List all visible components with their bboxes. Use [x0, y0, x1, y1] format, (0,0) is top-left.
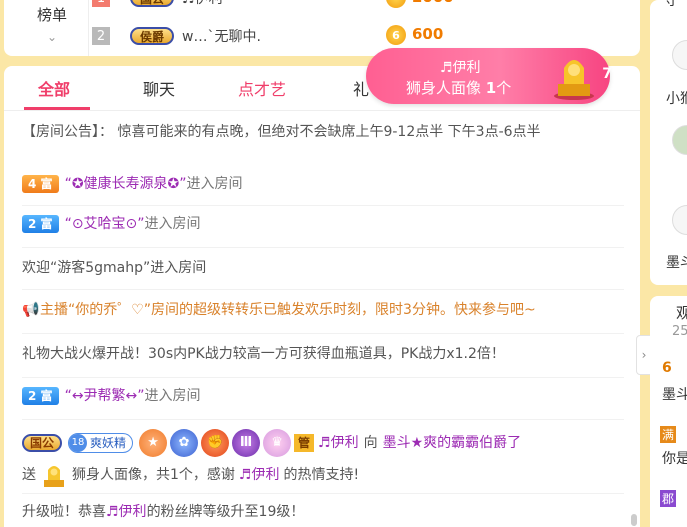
rank-number: 2 — [92, 27, 110, 45]
audience-title: 观 — [676, 304, 687, 322]
active-tab-indicator — [24, 107, 90, 110]
gift-text: 狮身人面像，共1个，感谢 — [72, 467, 235, 483]
coin-icon: 6 — [386, 25, 406, 45]
megaphone-icon: 📢 — [22, 302, 40, 318]
fist-medal-icon: ✊ — [201, 429, 230, 457]
chat-message: 升级啦！恭喜♬伊利的粉丝牌等级升至19级！ — [22, 504, 305, 520]
chat-message: 2 富 “↔尹帮繁↔”进入房间 — [22, 386, 624, 420]
user-badge: 郡 — [660, 490, 677, 507]
rank-user-name[interactable]: ♬伊利 — [182, 0, 223, 8]
chevron-down-icon[interactable]: ⌄ — [32, 28, 72, 46]
wealth-level-badge: 4 富 — [22, 175, 59, 193]
enter-room-text: 进入房间 — [144, 388, 201, 404]
chat-message: 礼物大战火爆开战！30s内PK战力较高一方可获得血瓶道具，PK战力x1.2倍！ — [22, 344, 624, 378]
tab-talent[interactable]: 点才艺 — [238, 76, 286, 100]
avatar[interactable] — [672, 40, 687, 70]
user-name-link[interactable]: ♬伊利 — [106, 504, 147, 520]
ranking-row[interactable]: 1 国公 ♬伊利 — [92, 0, 223, 10]
wealth-level-badge: 2 富 — [22, 215, 59, 233]
live-room-page: 榜单 ⌄ 1 国公 ♬伊利 2000 2 侯爵 w…`无聊中. 6 600 全部… — [0, 0, 687, 527]
sphinx-gift-icon — [42, 462, 66, 488]
gift-combo-count: 7 — [602, 66, 612, 82]
host-prefix: 主播 — [40, 302, 68, 318]
user-name-link[interactable]: “↔尹帮繁↔” — [65, 388, 145, 404]
audience-user-name[interactable]: 你是 — [662, 448, 687, 468]
chat-message: 欢迎“游客5gmahp”进入房间 — [22, 258, 624, 290]
noble-badge: 国公 — [130, 0, 175, 7]
roman-medal-icon: Ⅲ — [232, 429, 261, 457]
tab-all[interactable]: 全部 — [38, 76, 70, 100]
chat-message: 📢主播“你的乔゜♡”房间的超级转转乐已触发欢乐时刻，限时3分钟。快来参与吧~ — [22, 300, 624, 334]
room-announcement: 【房间公告】： 惊喜可能来的有点晚，但绝对不会缺席上午9-12点半 下午3点-6… — [22, 124, 541, 140]
enter-room-text: 进入房间 — [144, 216, 201, 232]
level-badge: 6 — [662, 360, 672, 376]
noble-badge: 国公 — [22, 434, 63, 452]
ranking-label-text: 榜单 — [36, 6, 67, 24]
rank-score: 600 — [412, 25, 444, 43]
receiver-name-link[interactable]: 墨斗★爽的霸霸伯爵了 — [383, 433, 522, 453]
star-medal-icon: ★ — [139, 429, 168, 457]
chat-scrollbar[interactable] — [631, 514, 637, 526]
user-badge: 满 — [660, 426, 677, 443]
wealth-level-badge: 2 富 — [22, 387, 59, 405]
audience-count: 25 — [672, 324, 687, 339]
tab-chat[interactable]: 聊天 — [143, 76, 175, 100]
thanks-text: 的热情支持! — [283, 467, 360, 483]
user-name-link[interactable]: “⊙艾哈宝⊙” — [65, 216, 145, 232]
sender-name-link[interactable]: ♬伊利 — [318, 433, 359, 453]
gift-message: 国公 18爽妖精 ★ ✿ ✊ Ⅲ ♛ 管 ♬伊利 向 墨斗★爽的霸霸伯爵了 送 — [22, 426, 624, 494]
rank-user-name[interactable]: w…`无聊中. — [182, 26, 261, 46]
chat-panel: 全部 聊天 点才艺 礼 【房间公告】： 惊喜可能来的有点晚，但绝对不会缺席上午9… — [4, 66, 640, 527]
audience-user-name[interactable]: 墨斗 — [662, 384, 687, 404]
send-text: 送 — [22, 467, 36, 483]
guard-sidebar: 守 小猴 墨斗 — [650, 0, 687, 285]
gift-sender: ♬伊利 — [440, 60, 481, 76]
guard-user-name[interactable]: 小猴 — [666, 88, 687, 108]
to-text: 向 — [363, 435, 378, 451]
enter-room-text: 进入房间 — [186, 176, 243, 192]
thanks-user-link[interactable]: ♬伊利 — [239, 465, 280, 485]
sphinx-gift-icon — [552, 54, 596, 100]
gift-banner: ♬伊利 狮身人面像 1个 7 — [366, 48, 612, 104]
noble-badge: 侯爵 — [130, 27, 175, 45]
crown-medal-icon: ♛ — [263, 429, 292, 457]
chat-message: 2 富 “⊙艾哈宝⊙”进入房间 — [22, 214, 624, 248]
flower-medal-icon: ✿ — [170, 429, 199, 457]
system-notice-text: “你的乔゜♡”房间的超级转转乐已触发欢乐时刻，限时3分钟。快来参与吧~ — [68, 302, 536, 318]
rank-score: 2000 — [412, 0, 454, 6]
gift-name: 狮身人面像 1个 — [406, 79, 512, 97]
fan-club-badge: 18 爽妖精 — [68, 433, 134, 453]
admin-badge: 管 — [294, 434, 315, 452]
audience-sidebar: 观 25 6 墨斗 满 你是 郡 — [650, 296, 687, 527]
chat-message: 4 富 “✪健康长寿源泉✪”进入房间 — [22, 174, 624, 206]
ranking-row[interactable]: 2 侯爵 w…`无聊中. — [92, 24, 261, 48]
divider — [88, 0, 89, 56]
coin-icon — [386, 0, 406, 8]
guard-user-name[interactable]: 墨斗 — [666, 252, 687, 272]
user-name-link[interactable]: “✪健康长寿源泉✪” — [65, 176, 187, 192]
rank-number: 1 — [92, 0, 110, 7]
avatar[interactable] — [672, 205, 687, 235]
sidebar-title: 守 — [664, 0, 678, 9]
avatar[interactable] — [672, 125, 687, 155]
